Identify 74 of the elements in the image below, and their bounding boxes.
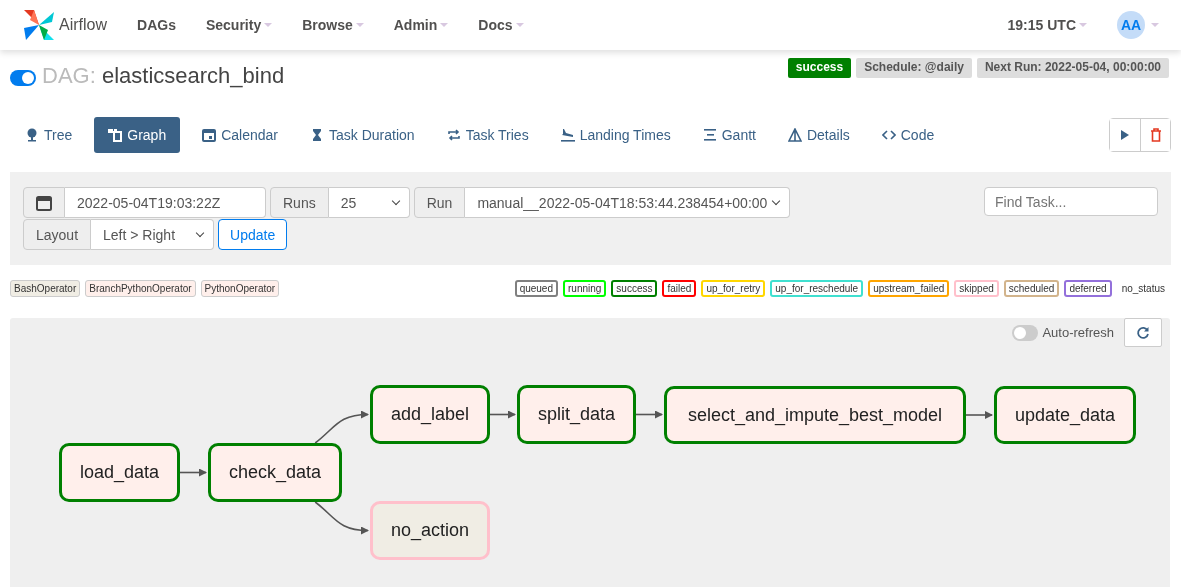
operator-legend: PythonOperator	[200, 280, 280, 297]
info-badge: Schedule: @daily	[856, 58, 972, 78]
task-node[interactable]: select_and_impute_best_model	[664, 386, 966, 444]
info-badge: Next Run: 2022-05-04, 00:00:00	[976, 58, 1169, 78]
operator-legend: BashOperator	[10, 280, 81, 297]
code-icon	[881, 128, 896, 142]
delete-button[interactable]	[1140, 119, 1170, 151]
pinwheel-logo-icon[interactable]	[22, 8, 56, 42]
operator-legend: BranchPythonOperator	[85, 280, 196, 297]
view-tab[interactable]: Details	[777, 117, 860, 153]
task-node[interactable]: add_label	[370, 385, 490, 444]
nav-menu[interactable]: DAGs	[137, 17, 176, 33]
status-badge: success	[787, 58, 852, 78]
nav-menu[interactable]: Admin	[393, 17, 449, 33]
edge-arrow	[179, 468, 207, 477]
layout-label: Layout	[23, 219, 92, 250]
clock-menu[interactable]: 19:15 UTC	[1007, 17, 1087, 33]
edge-arrow	[489, 410, 516, 419]
task-node[interactable]: no_action	[370, 501, 490, 560]
nav-menu[interactable]: Security	[205, 17, 273, 33]
state-legend[interactable]: up_for_reschedule	[770, 280, 864, 297]
auto-refresh-label: Auto-refresh	[1042, 325, 1114, 340]
find-task-field[interactable]: Find Task...	[984, 187, 1158, 216]
view-tab[interactable]: Task Tries	[436, 117, 539, 153]
edge-arrow	[965, 411, 993, 419]
runs-select[interactable]: 25	[328, 187, 410, 218]
nav-menu[interactable]: Docs	[478, 17, 524, 33]
dag-name: elasticsearch_bind	[101, 63, 285, 88]
refresh-button[interactable]	[1124, 318, 1162, 347]
tree-icon	[25, 128, 39, 142]
state-legend[interactable]: running	[563, 280, 607, 297]
landing-plane-icon	[560, 128, 575, 142]
dag-label: DAG:	[42, 63, 96, 88]
view-tab[interactable]: Graph	[94, 117, 181, 153]
gantt-icon	[702, 128, 717, 142]
calendar-icon	[202, 128, 217, 142]
view-tab[interactable]: Task Duration	[300, 117, 425, 153]
refresh-icon	[1136, 325, 1150, 340]
brand-name[interactable]: Airflow	[59, 16, 107, 34]
edge-arrow	[635, 410, 663, 419]
edge-arrow	[314, 410, 369, 444]
state-legend[interactable]: deferred	[1064, 280, 1112, 297]
view-tab[interactable]: Code	[871, 117, 945, 153]
state-legend[interactable]: failed	[662, 280, 697, 297]
task-node[interactable]: update_data	[994, 386, 1136, 444]
edge-arrow	[314, 501, 369, 535]
state-legend[interactable]: upstream_failed	[868, 280, 950, 297]
state-legend[interactable]: up_for_retry	[701, 280, 766, 297]
state-legend[interactable]: skipped	[954, 280, 999, 297]
run-label: Run	[413, 187, 466, 218]
task-node[interactable]: load_data	[59, 443, 180, 502]
runs-label: Runs	[270, 187, 329, 218]
date-field[interactable]: 2022-05-04T19:03:22Z	[65, 187, 266, 218]
nav-menu[interactable]: Browse	[302, 17, 364, 33]
task-node[interactable]: check_data	[208, 443, 342, 502]
play-icon	[1120, 129, 1130, 141]
view-tab[interactable]: Landing Times	[550, 117, 681, 153]
run-select[interactable]: manual__2022-05-04T18:53:44.238454+00:00	[465, 187, 791, 218]
layout-select[interactable]: Left > Right	[91, 219, 215, 250]
state-legend[interactable]: queued	[514, 280, 558, 297]
trash-icon	[1149, 128, 1162, 142]
auto-refresh-toggle[interactable]	[1012, 324, 1039, 341]
state-legend[interactable]: success	[611, 280, 658, 297]
graph-icon	[108, 128, 123, 142]
toggle-switch[interactable]	[10, 70, 36, 86]
view-tab[interactable]: Calendar	[192, 117, 289, 153]
task-node[interactable]: split_data	[517, 385, 636, 444]
calendar-icon[interactable]	[23, 187, 65, 218]
state-legend[interactable]: scheduled	[1003, 280, 1060, 297]
warning-triangle-icon	[787, 128, 802, 142]
update-button[interactable]: Update	[218, 219, 288, 250]
swap-arrows-icon	[446, 128, 461, 142]
view-tab[interactable]: Gantt	[692, 117, 766, 153]
view-tab[interactable]: Tree	[15, 117, 83, 153]
